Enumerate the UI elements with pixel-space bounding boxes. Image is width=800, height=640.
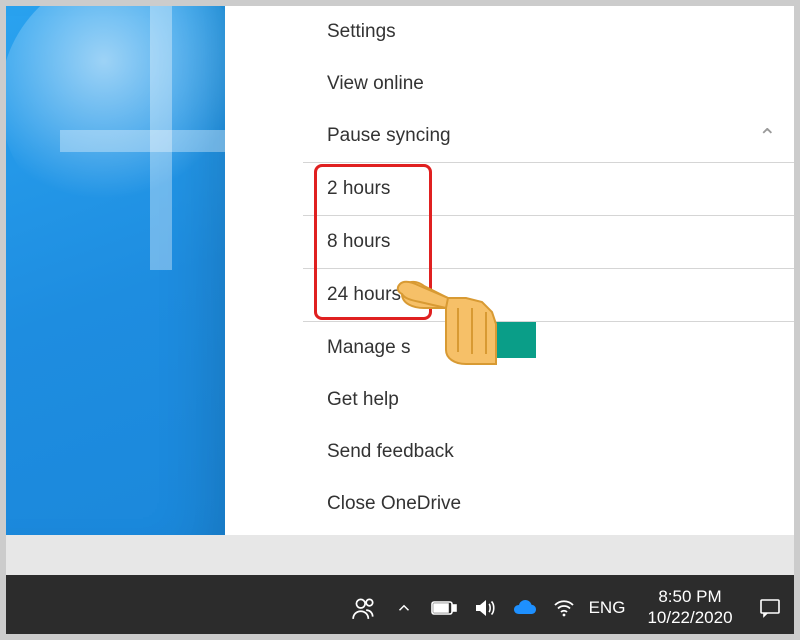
desktop-wallpaper xyxy=(0,0,225,535)
window-footer-strip xyxy=(0,535,800,575)
menu-item-send-feedback[interactable]: Send feedback xyxy=(303,426,800,478)
menu-item-close-onedrive[interactable]: Close OneDrive xyxy=(303,478,800,530)
light-glow xyxy=(0,0,260,230)
menu-item-get-help[interactable]: Get help xyxy=(303,374,800,426)
menu-item-manage-storage[interactable]: Manage s xyxy=(303,322,800,374)
tray-volume-icon[interactable] xyxy=(464,575,504,640)
pause-syncing-submenu: 2 hours 8 hours 24 hours xyxy=(303,162,800,322)
tray-clock-date: 10/22/2020 xyxy=(630,608,750,628)
menu-item-settings[interactable]: Settings xyxy=(303,6,800,58)
menu-item-pause-syncing[interactable]: Pause syncing xyxy=(303,110,800,162)
tray-wifi-icon[interactable] xyxy=(544,575,584,640)
onedrive-context-menu: Settings View online Pause syncing ⌄ 2 h… xyxy=(303,0,800,535)
menu-item-pause-8-hours[interactable]: 8 hours xyxy=(303,215,800,268)
menu-item-pause-2-hours[interactable]: 2 hours xyxy=(303,162,800,215)
menu-item-view-online[interactable]: View online xyxy=(303,58,800,110)
chevron-up-icon: ⌄ xyxy=(758,122,776,148)
tray-onedrive-icon[interactable] xyxy=(504,575,544,640)
tray-language-indicator[interactable]: ENG xyxy=(584,598,630,618)
tray-battery-icon[interactable] xyxy=(424,575,464,640)
tray-action-center-icon[interactable] xyxy=(750,575,790,640)
tray-clock[interactable]: 8:50 PM 10/22/2020 xyxy=(630,587,750,628)
onedrive-panel: Settings View online Pause syncing ⌄ 2 h… xyxy=(225,0,800,535)
taskbar: ENG 8:50 PM 10/22/2020 xyxy=(0,575,800,640)
menu-item-pause-24-hours[interactable]: 24 hours xyxy=(303,268,800,321)
tray-overflow-chevron-icon[interactable] xyxy=(384,575,424,640)
tray-people-icon[interactable] xyxy=(344,575,384,640)
tray-clock-time: 8:50 PM xyxy=(630,587,750,607)
